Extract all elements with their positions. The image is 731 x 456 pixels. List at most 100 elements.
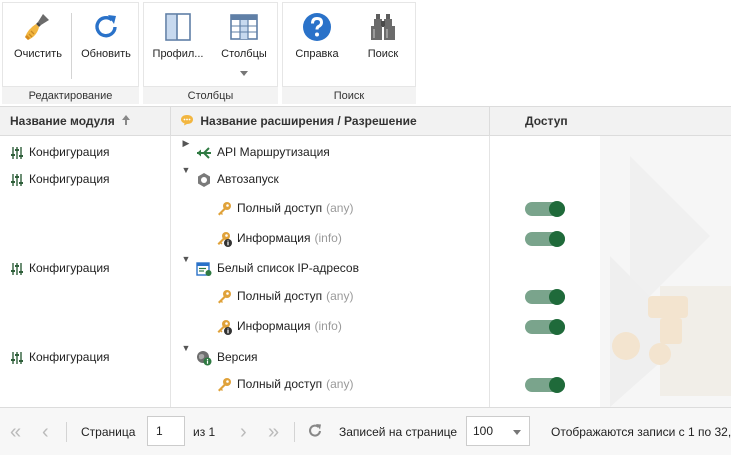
module-name: Конфигурация xyxy=(29,172,110,186)
profiles-button[interactable]: Профил... xyxy=(146,3,210,87)
columns-button-label: Столбцы xyxy=(221,48,267,60)
records-summary: Отображаются записи с 1 по 32, в xyxy=(551,425,731,439)
column-divider[interactable] xyxy=(170,107,171,135)
ribbon-group-label: Редактирование xyxy=(28,90,113,102)
expand-arrow-icon[interactable]: ▶ xyxy=(181,138,191,167)
extension-cell: Версия xyxy=(196,343,258,372)
collapse-arrow-icon[interactable]: ▼ xyxy=(181,343,191,372)
access-toggle[interactable] xyxy=(525,319,565,335)
collapse-arrow-icon[interactable]: ▼ xyxy=(181,254,191,283)
collapse-arrow-icon[interactable]: ▼ xyxy=(181,165,191,194)
table-row[interactable]: Информация (info) xyxy=(0,224,731,253)
config-sliders-icon xyxy=(11,262,23,275)
clear-button[interactable]: Очистить xyxy=(7,3,69,87)
last-page-icon[interactable]: » xyxy=(268,408,279,456)
module-name: Конфигурация xyxy=(29,350,110,364)
ribbon-group-editing: Очистить Обновить Редактирование xyxy=(2,2,139,104)
refresh-button-label: Обновить xyxy=(81,48,131,60)
column-header-extension[interactable]: Название расширения / Разрешение xyxy=(180,107,480,135)
access-toggle[interactable] xyxy=(525,231,565,247)
table-row[interactable]: Полный доступ (any) xyxy=(0,282,731,311)
help-button[interactable]: Справка xyxy=(285,3,349,87)
ribbon-group-search: Справка Поиск Поиск xyxy=(282,2,416,104)
per-page-label: Записей на странице xyxy=(339,425,458,439)
column-divider[interactable] xyxy=(489,107,490,135)
config-sliders-icon xyxy=(11,351,23,364)
refresh-button[interactable]: Обновить xyxy=(75,3,137,87)
hexagon-icon xyxy=(198,172,210,187)
access-toggle[interactable] xyxy=(525,201,565,217)
column-header-access[interactable]: Доступ xyxy=(525,107,595,135)
routing-icon xyxy=(197,147,211,159)
config-sliders-icon xyxy=(11,173,23,186)
columns-table-icon xyxy=(230,14,258,40)
permission-name: Полный доступ xyxy=(237,201,323,215)
permission-name: Информация xyxy=(237,319,311,333)
per-page-select[interactable]: 100 xyxy=(466,416,530,446)
table-row[interactable]: Полный доступ (any) xyxy=(0,194,731,223)
extension-cell: Автозапуск xyxy=(196,165,279,194)
extension-cell: Белый список IP-адресов xyxy=(196,254,359,283)
first-page-icon[interactable]: « xyxy=(10,408,21,456)
permission-cell: Информация (info) xyxy=(216,224,342,253)
sort-ascending-icon xyxy=(122,115,131,125)
key-icon xyxy=(218,377,231,392)
refresh-page-button[interactable] xyxy=(306,408,324,456)
page-number-input[interactable]: 1 xyxy=(147,416,185,446)
grid-header: Название модуля Название расширения / Ра… xyxy=(0,106,731,136)
pager-divider xyxy=(294,422,295,442)
table-row[interactable]: Информация (info) xyxy=(0,312,731,341)
binoculars-icon xyxy=(371,14,395,40)
table-row[interactable]: Конфигурация ▼ Белый список IP-адресов xyxy=(0,254,731,283)
toggle-knob xyxy=(549,377,565,393)
config-sliders-icon xyxy=(11,146,23,159)
page-label: Страница xyxy=(81,425,136,439)
extension-name: Белый список IP-адресов xyxy=(217,261,359,275)
module-cell: Конфигурация xyxy=(10,138,110,167)
permission-code: (any) xyxy=(326,377,354,391)
ribbon-divider xyxy=(71,13,72,79)
chevron-down-icon xyxy=(513,430,521,435)
module-name: Конфигурация xyxy=(29,261,110,275)
toggle-knob xyxy=(549,201,565,217)
refresh-icon xyxy=(95,15,117,38)
permission-code: (any) xyxy=(326,289,354,303)
table-row[interactable]: Конфигурация ▼ Автозапуск xyxy=(0,165,731,194)
column-header-module[interactable]: Название модуля xyxy=(10,107,168,135)
refresh-icon xyxy=(309,424,321,437)
search-button-label: Поиск xyxy=(367,48,399,60)
table-row[interactable]: Конфигурация ▶ API Маршрутизация xyxy=(0,138,731,167)
key-icon xyxy=(218,289,231,304)
extension-cell: API Маршрутизация xyxy=(196,138,330,167)
module-cell: Конфигурация xyxy=(10,254,110,283)
toggle-knob xyxy=(549,319,565,335)
profile-layout-icon xyxy=(165,13,191,41)
toggle-knob xyxy=(549,289,565,305)
permission-cell: Информация (info) xyxy=(216,312,342,341)
prev-page-icon[interactable]: ‹ xyxy=(42,408,49,456)
module-name: Конфигурация xyxy=(29,145,110,159)
extension-name: Версия xyxy=(217,350,258,364)
permission-cell: Полный доступ (any) xyxy=(216,194,353,223)
extension-name: API Маршрутизация xyxy=(217,145,330,159)
table-row[interactable]: Полный доступ (any) xyxy=(0,370,731,399)
access-toggle[interactable] xyxy=(525,289,565,305)
next-page-icon[interactable]: › xyxy=(240,408,247,456)
ribbon-group-columns: Профил... Столбцы Столбцы xyxy=(143,2,278,104)
permission-code: (info) xyxy=(314,231,342,245)
module-cell: Конфигурация xyxy=(10,343,110,372)
ribbon-group-label: Столбцы xyxy=(187,90,234,102)
permission-cell: Полный доступ (any) xyxy=(216,370,353,399)
broom-icon xyxy=(25,14,49,40)
columns-button[interactable]: Столбцы xyxy=(212,3,276,87)
access-toggle[interactable] xyxy=(525,377,565,393)
ip-list-icon xyxy=(196,262,212,276)
clear-button-label: Очистить xyxy=(14,48,62,60)
ribbon-toolbar: Очистить Обновить Редактирование Профил.… xyxy=(0,0,731,106)
table-row[interactable]: Конфигурация ▼ Версия xyxy=(0,343,731,372)
page-count-label: из 1 xyxy=(193,425,216,439)
key-info-icon xyxy=(217,319,232,335)
search-button[interactable]: Поиск xyxy=(351,3,415,87)
permission-code: (info) xyxy=(314,319,342,333)
toggle-knob xyxy=(549,231,565,247)
